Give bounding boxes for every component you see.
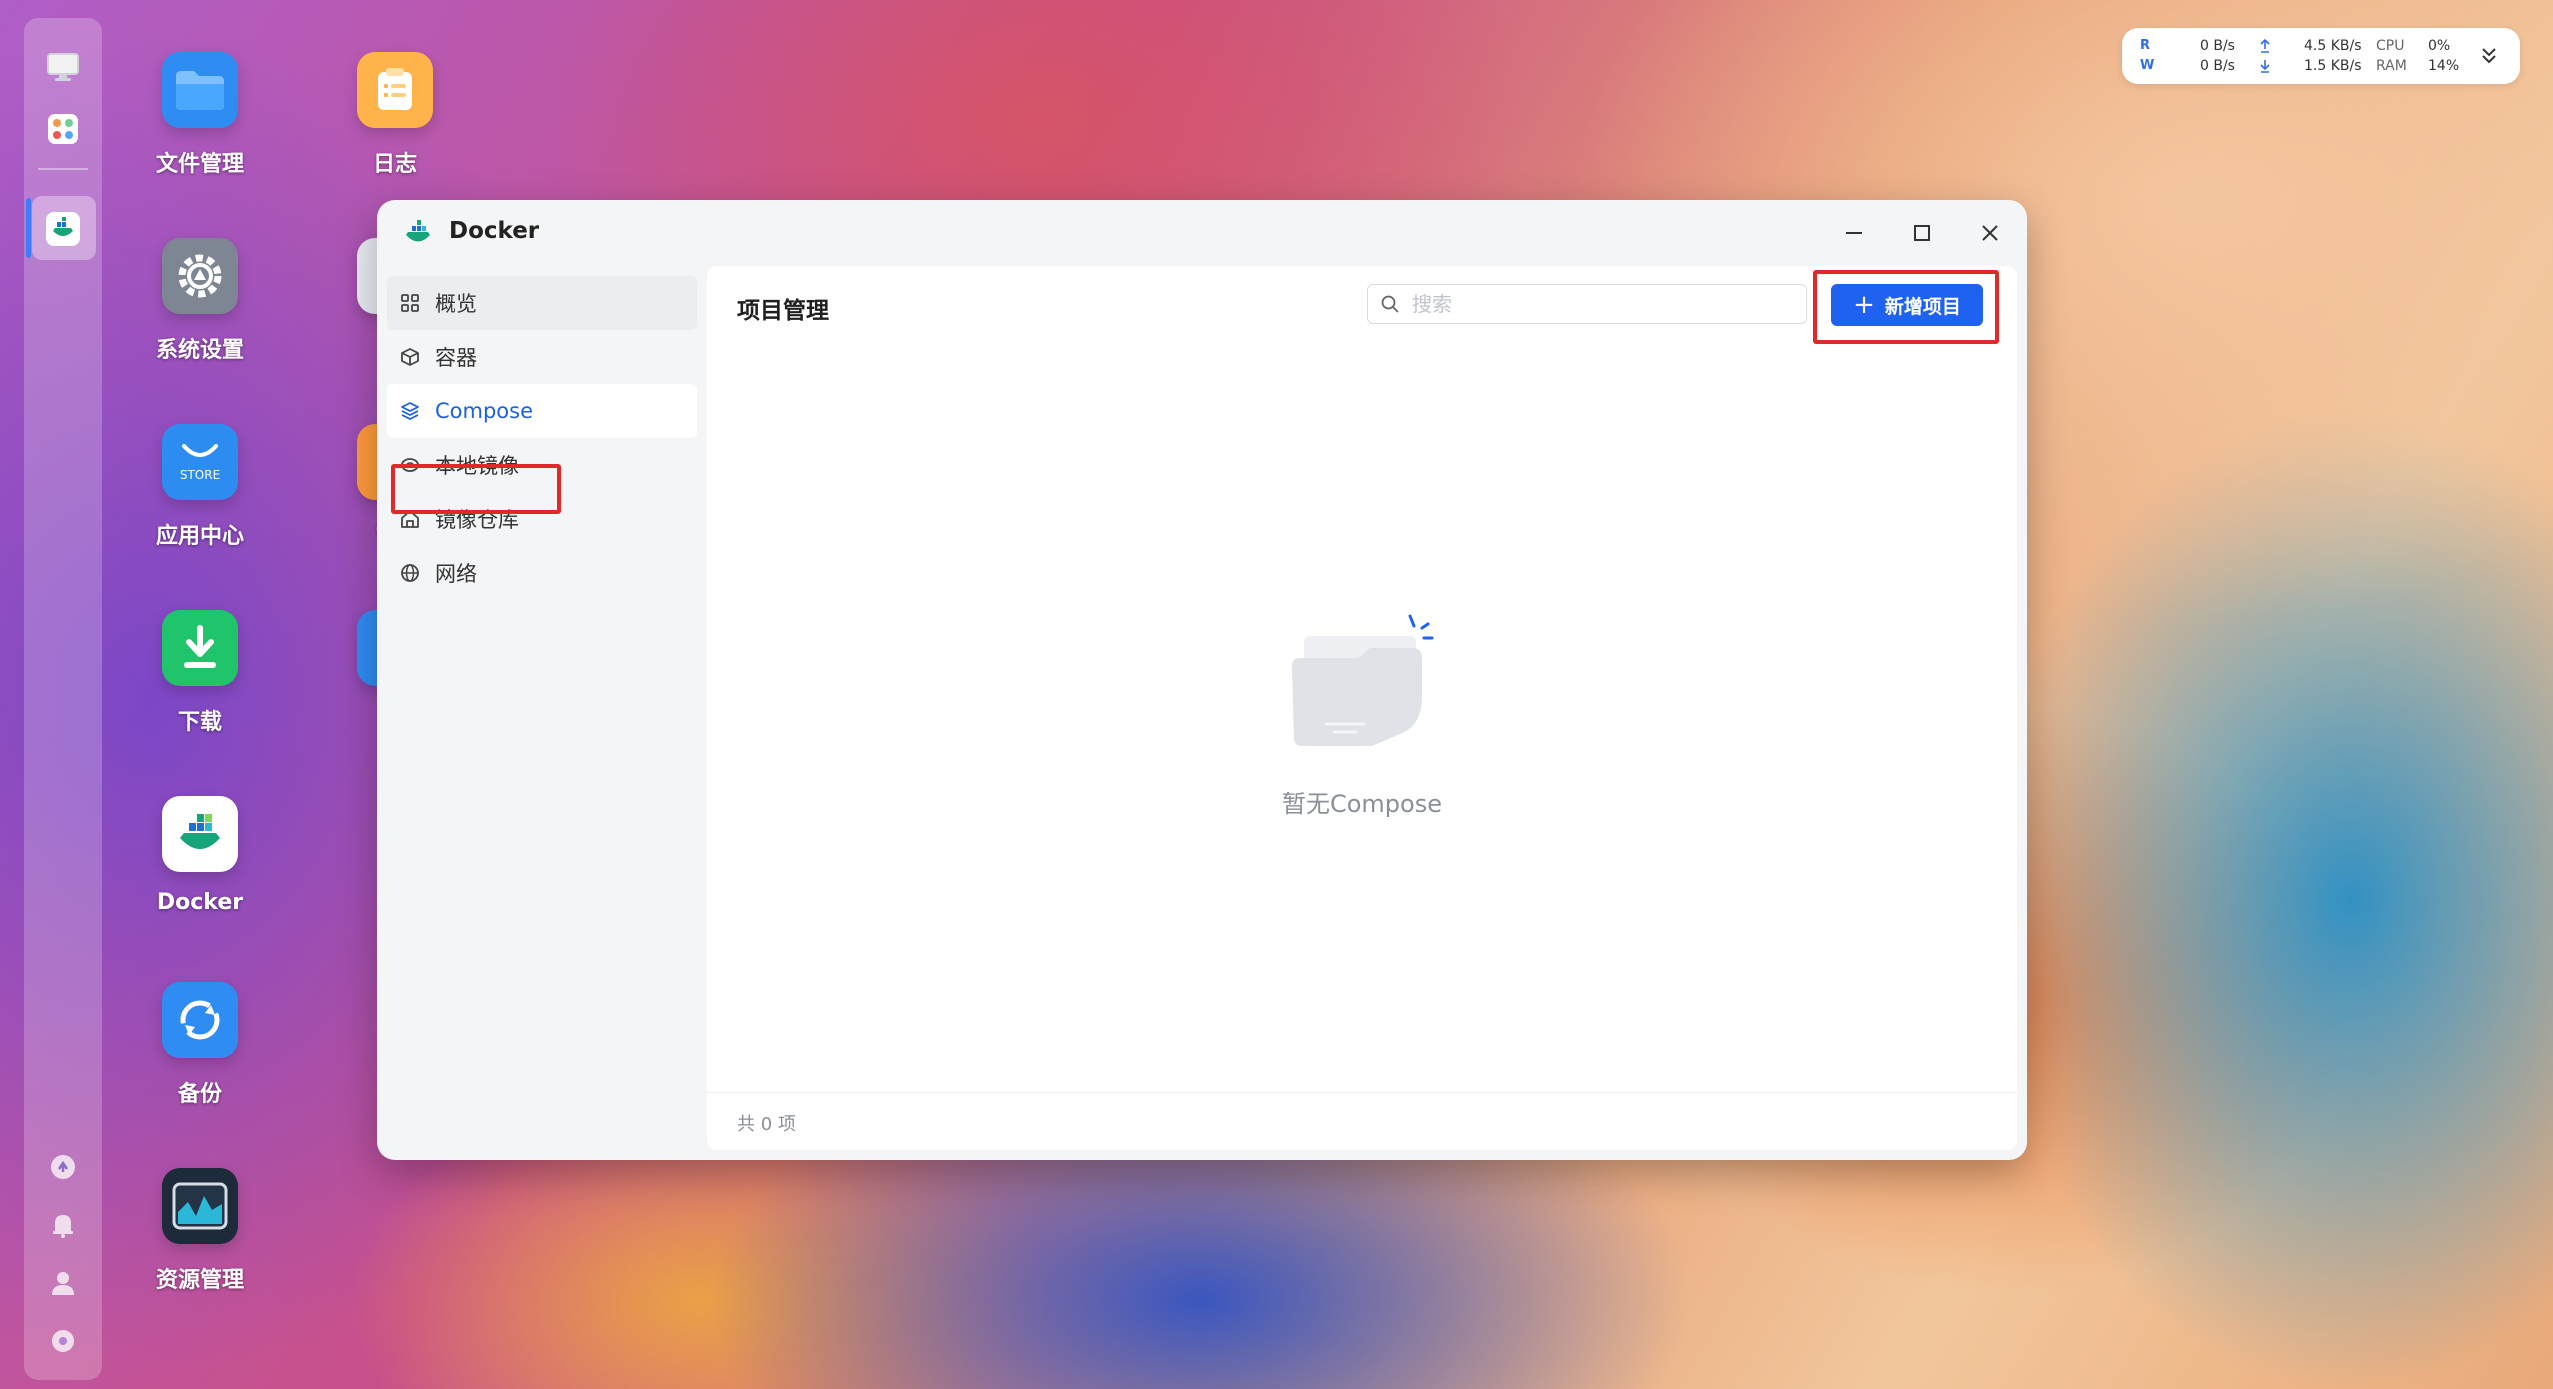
dock-active-indicator [26, 198, 31, 258]
empty-state: 暂无Compose [707, 606, 2017, 819]
layers-icon [399, 400, 421, 422]
sidebar-item-compose[interactable]: Compose [387, 384, 697, 438]
store-badge-text: STORE [179, 468, 221, 482]
net-up-value: 4.5 KB/s [2304, 38, 2362, 54]
sidebar-item-label: 概览 [435, 292, 477, 316]
user-icon[interactable] [42, 1262, 84, 1304]
update-icon[interactable] [42, 1146, 84, 1188]
download-arrow-icon [2260, 60, 2270, 73]
backup-sync-icon [162, 982, 238, 1058]
gear-icon [162, 238, 238, 314]
add-button-annotation-box [1813, 270, 1999, 344]
docker-window: Docker 概览 容器 Compose 本地镜像 镜像仓库 网络 项目管理 搜… [377, 200, 2027, 1160]
sidebar-item-containers[interactable]: 容器 [387, 330, 697, 384]
close-button[interactable] [1973, 216, 2007, 250]
search-input[interactable] [1410, 291, 1774, 317]
desktop-icon-docker[interactable]: Docker [130, 796, 270, 915]
desktop-icon-label: 资源管理 [155, 1268, 244, 1293]
empty-folder-illustration-icon [1292, 614, 1434, 746]
desktop-icon-label: Docker [156, 890, 244, 915]
grid-icon [399, 292, 421, 314]
maximize-button[interactable] [1905, 216, 1939, 250]
maximize-icon [1914, 225, 1930, 241]
settings-gear-icon[interactable] [42, 1320, 84, 1362]
cpu-label: CPU [2376, 38, 2405, 54]
search-box[interactable] [1367, 284, 1807, 324]
read-label: R [2140, 38, 2151, 53]
desktop-icon-app-center[interactable]: STORE 应用中心 [130, 424, 270, 550]
app-launcher-icon[interactable] [42, 108, 84, 150]
desktop-icon-download[interactable]: 下载 [130, 610, 270, 736]
sidebar-item-label: 网络 [435, 562, 477, 586]
docker-logo-icon [406, 220, 430, 242]
sidebar-item-label: 容器 [435, 346, 477, 370]
desktop-icon-label: 文件管理 [155, 152, 244, 177]
minimize-button[interactable] [1837, 216, 1871, 250]
bell-icon[interactable] [42, 1204, 84, 1246]
sidebar-item-label: Compose [435, 399, 534, 423]
monitor-icon[interactable] [42, 46, 84, 88]
sidebar-item-network[interactable]: 网络 [387, 546, 697, 600]
download-icon [162, 610, 238, 686]
close-icon [1982, 225, 1998, 241]
desktop-icon-label: 备份 [177, 1082, 222, 1107]
cpu-value: 0% [2428, 38, 2451, 54]
search-icon [1381, 295, 1399, 313]
globe-icon [399, 562, 421, 584]
empty-state-text: 暂无Compose [1281, 790, 1442, 818]
main-content: 项目管理 + 新增项目 暂无Compose 共 0 项 [707, 266, 2017, 1150]
ram-label: RAM [2376, 58, 2407, 74]
dock-divider [38, 168, 88, 170]
minimize-icon [1846, 232, 1862, 234]
desktop-icon-system-settings[interactable]: 系统设置 [130, 238, 270, 364]
desktop-icon-file-manager[interactable]: 文件管理 [130, 52, 270, 178]
total-count: 共 0 项 [737, 1114, 796, 1135]
log-notepad-icon [357, 52, 433, 128]
desktop-icon-label: 应用中心 [155, 524, 244, 549]
desktop-icon-label: 系统设置 [155, 338, 244, 363]
desktop-icon-label: 日志 [372, 152, 417, 177]
dock [24, 18, 102, 1380]
ram-value: 14% [2428, 58, 2460, 74]
folder-icon [162, 52, 238, 128]
content-footer: 共 0 项 [707, 1092, 2017, 1150]
window-titlebar[interactable]: Docker [377, 200, 2027, 266]
sidebar-item-overview[interactable]: 概览 [387, 276, 697, 330]
desktop-icon-logs[interactable]: 日志 [325, 52, 465, 178]
disk-write-value: 0 B/s [2200, 58, 2235, 74]
upload-arrow-icon [2260, 39, 2270, 53]
net-down-value: 1.5 KB/s [2304, 58, 2362, 74]
cube-icon [399, 346, 421, 368]
desktop-icon-resource-monitor[interactable]: 资源管理 [130, 1168, 270, 1294]
window-title: Docker [449, 218, 540, 244]
system-status-widget[interactable]: R W 0 B/s 0 B/s 4.5 KB/s 1.5 KB/s CPU RA… [2122, 28, 2520, 84]
desktop-icon-label: 下载 [177, 710, 222, 735]
compose-annotation-box [391, 464, 561, 514]
write-label: W [2140, 58, 2155, 73]
docker-app-icon [162, 796, 238, 872]
chevron-double-down-icon[interactable] [2480, 46, 2498, 66]
store-bag-icon: STORE [162, 424, 238, 500]
page-title: 项目管理 [737, 298, 829, 324]
activity-chart-icon [162, 1168, 238, 1244]
dock-docker-icon[interactable] [42, 208, 84, 250]
desktop-icon-backup[interactable]: 备份 [130, 982, 270, 1108]
disk-read-value: 0 B/s [2200, 38, 2235, 54]
